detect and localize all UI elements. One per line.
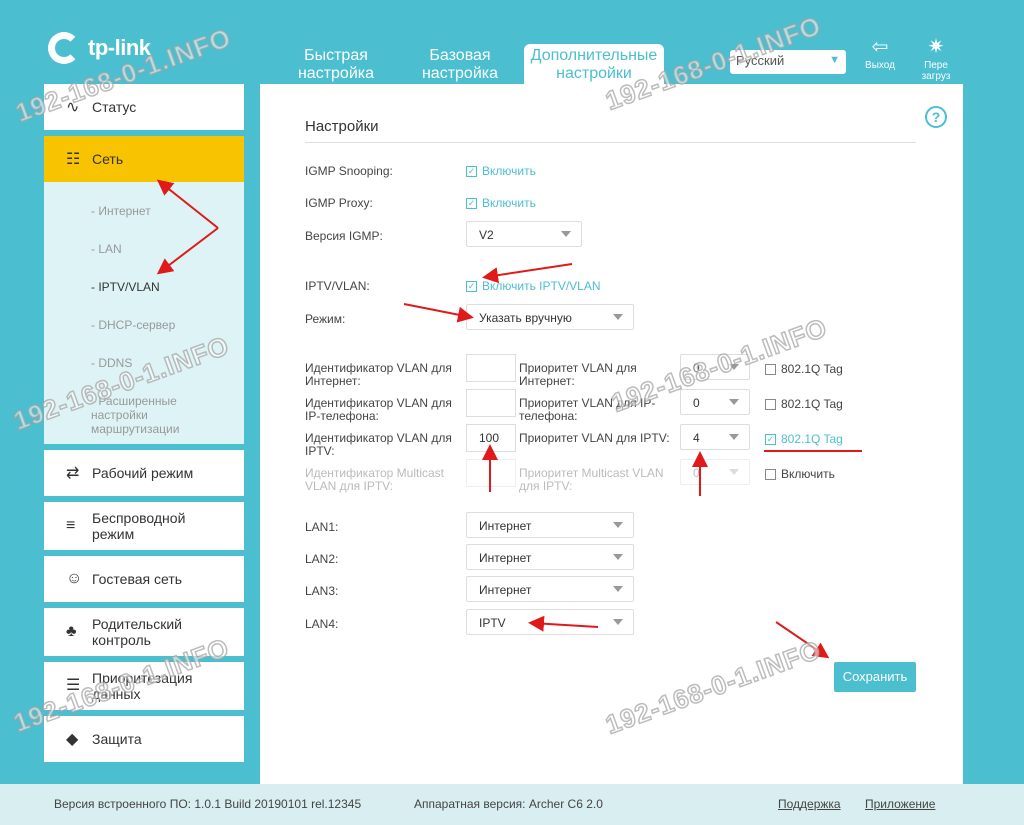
tp-link-logo-icon (44, 28, 84, 68)
sidebar-item-operation-mode[interactable]: ⇄ Рабочий режим (44, 450, 244, 496)
vlan-multicast-enable-checkbox[interactable]: Включить (765, 467, 835, 481)
submenu-internet[interactable]: - Интернет (91, 204, 244, 218)
reboot-label: Пере загруз (921, 60, 951, 82)
vlan-multicast-prio-label: Приоритет Multicast VLAN для IPTV: (519, 466, 664, 493)
igmp-version-label: Версия IGMP: (305, 229, 383, 243)
checkbox-checked-icon: ✓ (466, 166, 477, 178)
sidebar-item-label: Статус (92, 99, 137, 115)
dropdown-arrow-icon (729, 469, 739, 475)
guest-icon: ☺ (66, 570, 83, 587)
sidebar-item-label: Сеть (92, 151, 124, 167)
support-link[interactable]: Поддержка (778, 797, 841, 811)
dropdown-arrow-icon (729, 399, 739, 405)
vlan-internet-id-label: Идентификатор VLAN для Интернет: (305, 361, 452, 388)
vlan-internet-id-input[interactable] (466, 354, 516, 382)
iptv-vlan-checkbox[interactable]: ✓ Включить IPTV/VLAN (466, 279, 601, 293)
vlan-multicast-prio-select[interactable]: 0 (680, 459, 750, 485)
footer: Версия встроенного ПО: 1.0.1 Build 20190… (0, 784, 1024, 825)
sidebar-item-label: Гостевая сеть (92, 571, 183, 587)
lan2-select[interactable]: Интернет (466, 544, 634, 570)
app-link[interactable]: Приложение (865, 797, 935, 811)
checkbox-checked-icon: ✓ (765, 434, 776, 446)
shield-icon: ◆ (66, 731, 79, 748)
sidebar-item-wireless[interactable]: ≡ Беспроводной режим (44, 502, 244, 550)
igmp-proxy-label: IGMP Proxy: (305, 196, 373, 210)
dropdown-arrow-icon (613, 586, 623, 592)
parental-icon: ♣ (66, 623, 77, 640)
help-icon[interactable]: ? (925, 106, 947, 128)
vlan-phone-id-input[interactable] (466, 389, 516, 417)
igmp-version-select[interactable]: V2 (466, 221, 582, 247)
lan2-label: LAN2: (305, 552, 339, 566)
checkbox-empty-icon (765, 364, 776, 376)
chevron-down-icon: ▼ (829, 54, 840, 66)
sidebar-item-label: Беспроводной режим (92, 510, 186, 542)
vlan-multicast-id-label: Идентификатор Multicast VLAN для IPTV: (305, 466, 445, 493)
tab-basic[interactable]: Базовая настройка (400, 44, 520, 84)
lan3-select[interactable]: Интернет (466, 576, 634, 602)
sidebar-item-label: Защита (92, 731, 142, 747)
logout-button[interactable]: ⇦ Выход (858, 36, 902, 71)
sidebar-item-guest[interactable]: ☺ Гостевая сеть (44, 556, 244, 602)
lan1-select[interactable]: Интернет (466, 512, 634, 538)
dropdown-arrow-icon (613, 554, 623, 560)
checkbox-empty-icon (765, 469, 776, 481)
vlan-iptv-id-input[interactable]: 100 (466, 424, 516, 452)
dropdown-arrow-icon (561, 231, 571, 237)
sidebar-item-network[interactable]: ☷ Сеть (44, 136, 244, 182)
save-button[interactable]: Сохранить (834, 662, 916, 692)
igmp-snooping-label: IGMP Snooping: (305, 164, 393, 178)
reboot-icon: ✷ (927, 36, 945, 58)
hardware-version: Аппаратная версия: Archer C6 2.0 (414, 797, 603, 811)
vlan-internet-tag-checkbox[interactable]: 802.1Q Tag (765, 362, 843, 376)
annotation-underline (764, 450, 862, 452)
divider (305, 142, 916, 143)
vlan-phone-id-label: Идентификатор VLAN для IP-телефона: (305, 396, 452, 423)
lan4-select[interactable]: IPTV (466, 609, 634, 635)
checkbox-empty-icon (765, 399, 776, 411)
vlan-phone-prio-select[interactable]: 0 (680, 389, 750, 415)
mode-label: Режим: (305, 312, 346, 326)
iptv-vlan-label: IPTV/VLAN: (305, 279, 370, 293)
network-icon: ☷ (66, 151, 81, 168)
dropdown-arrow-icon (613, 314, 623, 320)
igmp-proxy-checkbox[interactable]: ✓ Включить (466, 196, 536, 210)
checkbox-checked-icon: ✓ (466, 198, 477, 210)
firmware-version: Версия встроенного ПО: 1.0.1 Build 20190… (54, 797, 362, 811)
igmp-snooping-checkbox[interactable]: ✓ Включить (466, 164, 536, 178)
lan1-label: LAN1: (305, 520, 339, 534)
top-tabs: Быстрая настройка Базовая настройка Допо… (276, 44, 668, 84)
sidebar-item-label: Родительский контроль (92, 616, 182, 648)
section-title: Настройки (305, 118, 379, 135)
tab-quick-setup[interactable]: Быстрая настройка (276, 44, 396, 84)
dropdown-arrow-icon (729, 434, 739, 440)
checkbox-checked-icon: ✓ (466, 281, 477, 293)
vlan-multicast-id-input[interactable] (466, 459, 516, 487)
dropdown-arrow-icon (613, 619, 623, 625)
reboot-button[interactable]: ✷ Пере загруз (914, 36, 958, 82)
vlan-phone-tag-checkbox[interactable]: 802.1Q Tag (765, 397, 843, 411)
vlan-iptv-prio-label: Приоритет VLAN для IPTV: (519, 431, 670, 445)
vlan-iptv-id-label: Идентификатор VLAN для IPTV: (305, 431, 452, 458)
dropdown-arrow-icon (613, 522, 623, 528)
submenu-iptv-vlan[interactable]: - IPTV/VLAN (91, 280, 244, 294)
wifi-icon: ≡ (66, 517, 76, 534)
sidebar-item-security[interactable]: ◆ Защита (44, 716, 244, 762)
lan4-label: LAN4: (305, 617, 339, 631)
vlan-iptv-tag-checkbox[interactable]: ✓ 802.1Q Tag (765, 432, 843, 446)
sidebar-item-label: Рабочий режим (92, 465, 194, 481)
switch-mode-icon: ⇄ (66, 465, 80, 482)
submenu-lan[interactable]: - LAN (91, 242, 244, 256)
lan3-label: LAN3: (305, 584, 339, 598)
logout-icon: ⇦ (871, 36, 889, 58)
logout-label: Выход (865, 60, 895, 71)
mode-select[interactable]: Указать вручную (466, 304, 634, 330)
vlan-iptv-prio-select[interactable]: 4 (680, 424, 750, 450)
